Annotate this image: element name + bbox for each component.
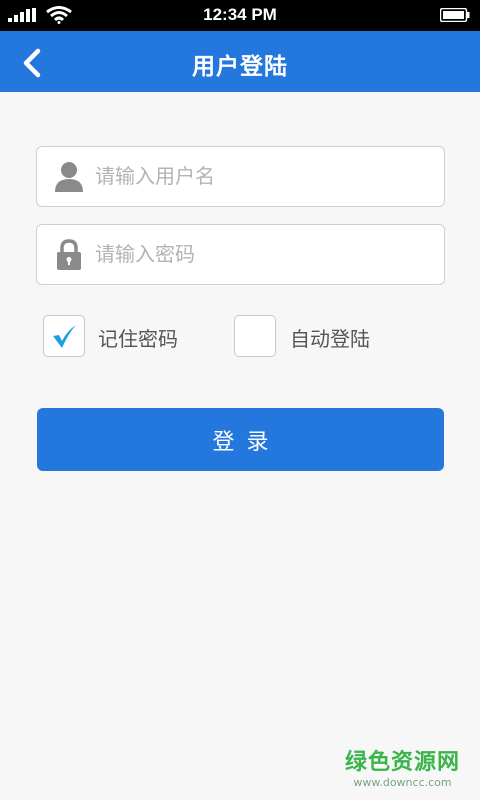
- password-field[interactable]: [36, 224, 445, 285]
- login-button[interactable]: 登录: [37, 408, 444, 471]
- lock-icon: [57, 239, 81, 270]
- remember-password-checkbox[interactable]: [43, 315, 85, 357]
- username-input[interactable]: [95, 147, 435, 205]
- status-bar: 12:34 PM: [0, 0, 480, 31]
- watermark-title: 绿色资源网: [344, 750, 460, 775]
- page-title: 用户登陆: [192, 54, 288, 80]
- user-icon: [55, 162, 83, 192]
- remember-password-label[interactable]: 记住密码: [98, 323, 178, 352]
- nav-bar: 用户登陆: [0, 31, 480, 92]
- username-field[interactable]: [36, 146, 445, 207]
- checkmark-icon: [53, 325, 76, 348]
- auto-login-label[interactable]: 自动登陆: [290, 323, 370, 352]
- password-input[interactable]: [95, 225, 435, 283]
- status-time: 12:34 PM: [203, 5, 277, 24]
- watermark: 绿色资源网 www.downcc.com: [345, 744, 460, 789]
- battery-icon: [440, 8, 470, 22]
- auto-login-checkbox[interactable]: [234, 315, 276, 357]
- watermark-url: www.downcc.com: [353, 776, 452, 789]
